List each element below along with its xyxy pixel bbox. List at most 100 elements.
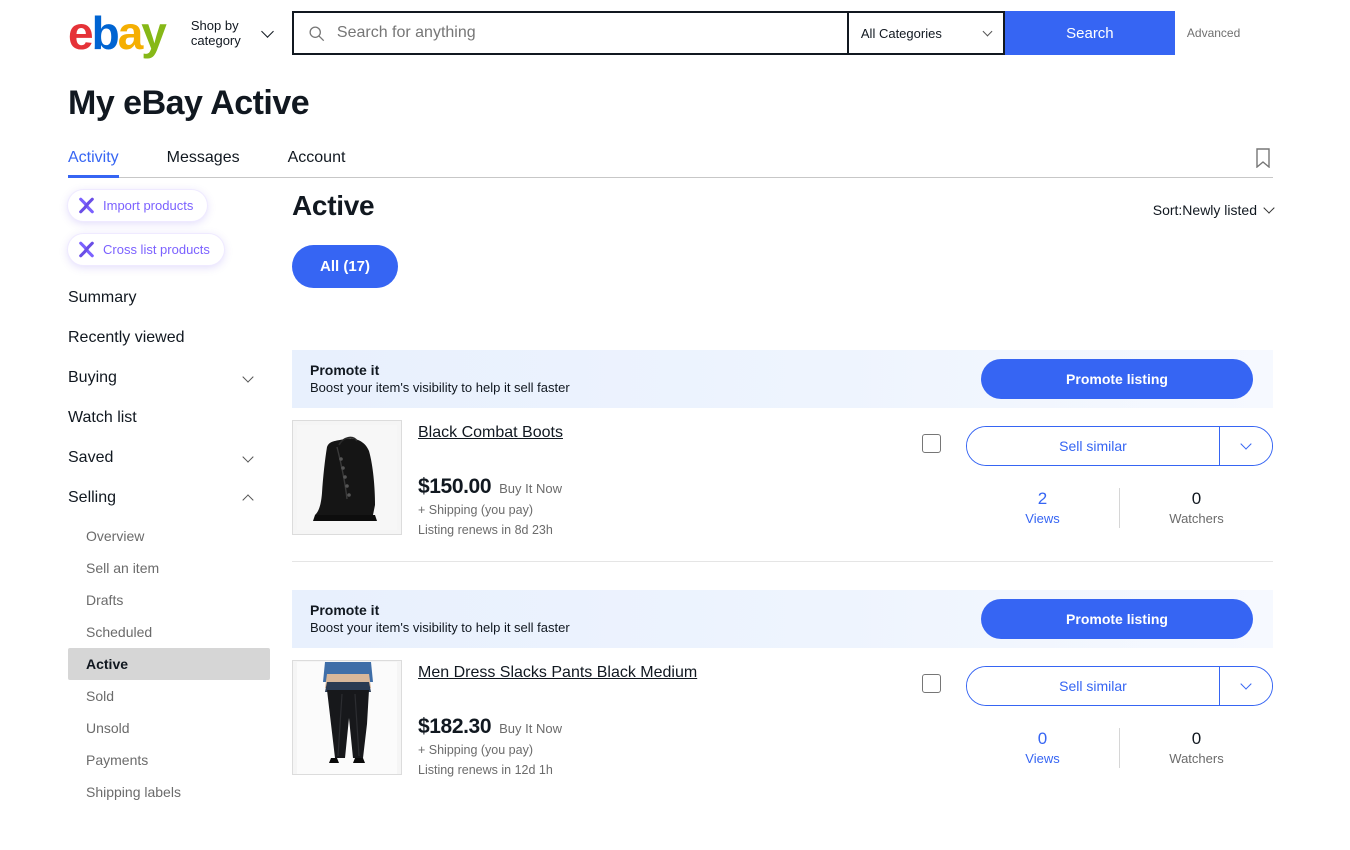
category-select[interactable]: All Categories <box>847 11 1005 55</box>
sort-dropdown-value: Sort:Newly listed <box>1153 202 1257 218</box>
chevron-down-icon <box>1240 678 1251 689</box>
sidebar-item-payments[interactable]: Payments <box>68 744 270 776</box>
sidebar-item-overview[interactable]: Overview <box>68 520 270 552</box>
listing-format: Buy It Now <box>499 481 562 496</box>
sidebar-item-label: Selling <box>68 489 116 507</box>
sidebar-item-unsold[interactable]: Unsold <box>68 712 270 744</box>
views-label: Views <box>966 750 1119 768</box>
listing-info: Black Combat Boots $150.00 Buy It Now + … <box>402 420 896 539</box>
listing-checkbox[interactable] <box>922 434 941 453</box>
sort-dropdown[interactable]: Sort:Newly listed <box>1153 202 1273 218</box>
watchers-count: 0 <box>1120 488 1273 510</box>
listing-price: $150.00 <box>418 475 491 499</box>
promote-banner: Promote it Boost your item's visibility … <box>292 590 1273 648</box>
watchers-stat: 0 Watchers <box>1119 728 1273 768</box>
chevron-down-icon <box>242 451 253 462</box>
logo-letter-y: y <box>141 10 165 56</box>
views-label: Views <box>966 510 1119 528</box>
sidebar-item-saved[interactable]: Saved <box>68 438 270 478</box>
promote-banner-text: Promote it Boost your item's visibility … <box>310 362 570 396</box>
tab-account[interactable]: Account <box>288 149 346 177</box>
sidebar-item-shipping-labels[interactable]: Shipping labels <box>68 776 270 808</box>
promote-listing-button[interactable]: Promote listing <box>981 359 1253 399</box>
views-count: 0 <box>966 728 1119 750</box>
views-stat[interactable]: 0 Views <box>966 728 1119 768</box>
listing-card: Promote it Boost your item's visibility … <box>292 590 1273 801</box>
listing-price-row: $182.30 Buy It Now <box>418 715 896 739</box>
sidebar-item-label: Summary <box>68 289 136 307</box>
listing-format: Buy It Now <box>499 721 562 736</box>
filter-all-button[interactable]: All (17) <box>292 245 398 288</box>
sell-similar-button[interactable]: Sell similar <box>967 667 1220 705</box>
listing-thumbnail[interactable] <box>292 660 402 775</box>
views-stat[interactable]: 2 Views <box>966 488 1119 528</box>
views-count: 2 <box>966 488 1119 510</box>
sidebar-item-scheduled[interactable]: Scheduled <box>68 616 270 648</box>
sidebar-item-sell-an-item[interactable]: Sell an item <box>68 552 270 584</box>
search-input[interactable] <box>335 23 833 43</box>
cross-list-products-button[interactable]: Cross list products <box>68 234 224 265</box>
page-title: My eBay Active <box>68 84 1350 123</box>
listing-checkbox[interactable] <box>922 674 941 693</box>
chevron-down-icon <box>982 27 992 37</box>
listing-divider <box>292 561 1273 562</box>
advanced-search-link[interactable]: Advanced <box>1187 26 1240 40</box>
bookmark-icon[interactable] <box>1255 148 1271 168</box>
logo-letter-e: e <box>68 10 92 56</box>
search-bar: All Categories Search <box>292 11 1175 55</box>
search-box[interactable] <box>292 11 847 55</box>
promote-banner-title: Promote it <box>310 602 570 619</box>
global-header: ebay Shop by category All Categories Sea… <box>0 0 1350 66</box>
shop-by-category-label: Shop by category <box>191 18 257 48</box>
listing-renewal: Listing renews in 12d 1h <box>418 762 896 779</box>
shop-by-category-button[interactable]: Shop by category <box>191 18 272 48</box>
sidebar-item-summary[interactable]: Summary <box>68 278 270 318</box>
promote-banner-subtitle: Boost your item's visibility to help it … <box>310 379 570 396</box>
tab-activity[interactable]: Activity <box>68 149 119 177</box>
promote-listing-button[interactable]: Promote listing <box>981 599 1253 639</box>
watchers-stat: 0 Watchers <box>1119 488 1273 528</box>
chevron-up-icon <box>242 494 253 505</box>
listing-shipping: + Shipping (you pay) <box>418 742 896 759</box>
chevron-down-icon <box>261 25 274 38</box>
sidebar-item-selling[interactable]: Selling <box>68 478 270 518</box>
sidebar-item-active[interactable]: Active <box>68 648 270 680</box>
sell-similar-dropdown-toggle[interactable] <box>1220 427 1272 465</box>
promote-banner-subtitle: Boost your item's visibility to help it … <box>310 619 570 636</box>
listing-select-column <box>896 660 966 693</box>
import-products-button[interactable]: Import products <box>68 190 207 221</box>
x-butterfly-icon <box>78 241 95 258</box>
search-button[interactable]: Search <box>1005 11 1175 55</box>
sell-similar-dropdown-toggle[interactable] <box>1220 667 1272 705</box>
tab-messages[interactable]: Messages <box>167 149 240 177</box>
sidebar-item-recently-viewed[interactable]: Recently viewed <box>68 318 270 358</box>
sidebar-item-watch-list[interactable]: Watch list <box>68 398 270 438</box>
search-icon <box>308 25 325 42</box>
main-content: Active Sort:Newly listed All (17) Promot… <box>270 190 1273 808</box>
listing-title-link[interactable]: Men Dress Slacks Pants Black Medium <box>418 664 697 682</box>
sidebar-item-label: Watch list <box>68 409 137 427</box>
sell-similar-split-button: Sell similar <box>966 666 1273 706</box>
sell-similar-button[interactable]: Sell similar <box>967 427 1220 465</box>
section-title: Active <box>292 190 374 222</box>
logo-letter-b: b <box>92 10 118 56</box>
listing-actions: Sell similar 0 Views 0 Watchers <box>966 660 1273 768</box>
sidebar-item-buying[interactable]: Buying <box>68 358 270 398</box>
watchers-count: 0 <box>1120 728 1273 750</box>
sidebar-item-drafts[interactable]: Drafts <box>68 584 270 616</box>
sidebar-item-label: Buying <box>68 369 117 387</box>
listing-title-link[interactable]: Black Combat Boots <box>418 424 563 442</box>
ebay-logo[interactable]: ebay <box>68 10 165 56</box>
watchers-label: Watchers <box>1120 510 1273 528</box>
listing-thumbnail[interactable] <box>292 420 402 535</box>
page-body: Import products Cross list products Summ… <box>68 178 1273 808</box>
sell-similar-split-button: Sell similar <box>966 426 1273 466</box>
cross-list-products-label: Cross list products <box>103 242 210 257</box>
sidebar-item-sold[interactable]: Sold <box>68 680 270 712</box>
listing-card: Promote it Boost your item's visibility … <box>292 350 1273 562</box>
listing-info: Men Dress Slacks Pants Black Medium $182… <box>402 660 896 779</box>
sidebar-item-label: Saved <box>68 449 113 467</box>
promote-banner: Promote it Boost your item's visibility … <box>292 350 1273 408</box>
chevron-down-icon <box>1263 202 1274 213</box>
main-header-row: Active Sort:Newly listed <box>292 190 1273 222</box>
